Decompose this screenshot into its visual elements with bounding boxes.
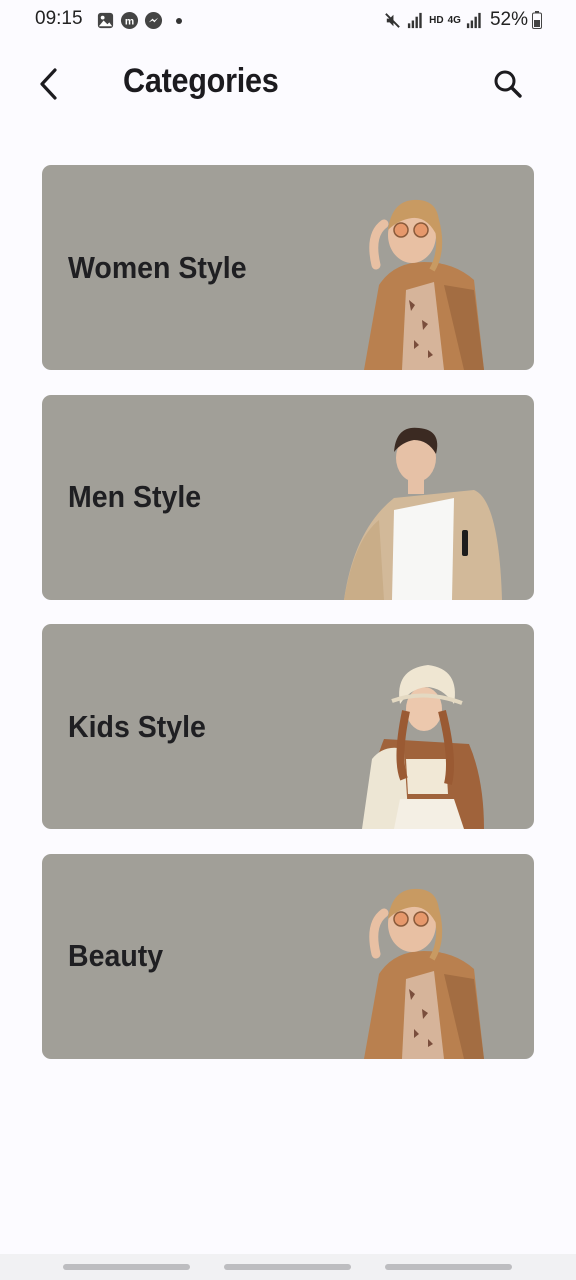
woman-in-camel-blazer-image [364, 199, 484, 370]
category-card-kids-style[interactable]: Kids Style [42, 624, 534, 829]
nav-back-handle[interactable] [385, 1264, 512, 1270]
system-icons: HD 4G 52% [383, 9, 542, 31]
page-title: Categories [123, 62, 279, 100]
category-card-beauty[interactable]: Beauty [42, 853, 534, 1059]
category-label: Kids Style [68, 708, 206, 744]
nav-home-handle[interactable] [224, 1264, 351, 1270]
girl-in-bucket-hat-image [362, 665, 484, 829]
network-type-label: 4G [447, 14, 461, 26]
status-bar: 09:15 m HD 4G 52% [0, 0, 576, 42]
app-bar: Categories [0, 52, 576, 116]
more-notifications-dot [176, 17, 182, 24]
mute-icon [385, 12, 400, 28]
network-hd-label: HD [429, 14, 444, 26]
signal-icon [466, 12, 481, 28]
category-label: Women Style [68, 249, 247, 285]
category-list: Women Style Men Style Kids Style Beauty [42, 165, 534, 1083]
notification-icons: m [96, 11, 182, 30]
category-card-women-style[interactable]: Women Style [42, 165, 534, 370]
battery-percent: 52% [489, 9, 528, 30]
category-card-men-style[interactable]: Men Style [42, 394, 534, 600]
category-label: Men Style [68, 479, 202, 514]
signal-icon [408, 12, 422, 28]
svg-text:m: m [125, 16, 134, 27]
system-nav-bar [0, 1254, 576, 1280]
search-button[interactable] [487, 64, 529, 104]
chevron-left-icon [40, 68, 57, 100]
man-in-fleece-jacket-image [344, 427, 502, 600]
woman-in-camel-blazer-image [364, 888, 484, 1059]
gallery-icon [97, 12, 114, 29]
search-icon [494, 70, 522, 98]
battery-icon [532, 11, 542, 29]
back-button[interactable] [30, 64, 66, 104]
app-m-icon: m [120, 11, 139, 30]
category-label: Beauty [68, 938, 164, 973]
messenger-icon [144, 11, 163, 30]
nav-recents-handle[interactable] [63, 1264, 190, 1270]
status-time: 09:15 [35, 8, 83, 29]
